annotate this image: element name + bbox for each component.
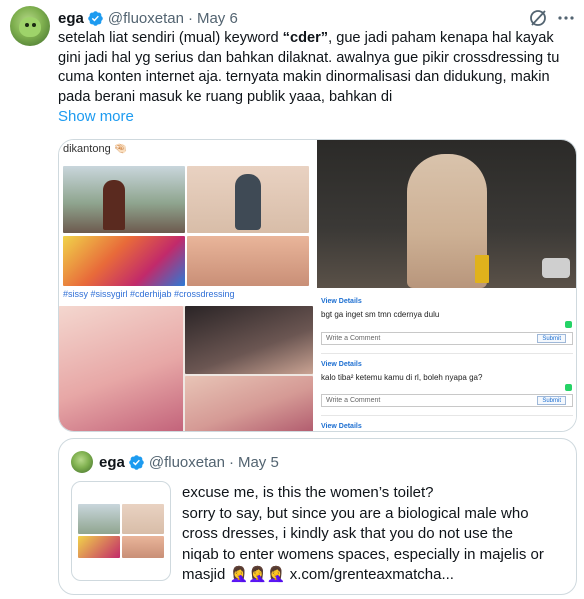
quote-line: masjid 🤦‍♀️🤦‍♀️🤦‍♀️ x.com/grenteaxmatcha… — [182, 566, 454, 583]
photo-detail — [475, 255, 489, 283]
more-options-icon[interactable] — [556, 8, 576, 28]
tweet-media-grid[interactable]: dikantong 🤏🏻 #sissy #sissygirl #cderhija… — [58, 139, 577, 432]
show-more-link[interactable]: Show more — [58, 108, 134, 125]
photo-thumb — [122, 536, 164, 558]
whatsapp-icon — [565, 384, 572, 391]
comment-text: bgt ga inget sm tmn cdernya dulu — [321, 310, 440, 319]
verified-badge-icon — [88, 10, 103, 26]
media-image-selfies[interactable] — [59, 306, 313, 431]
verified-badge-icon — [129, 454, 144, 470]
tweet-text-keyword: “cder” — [282, 30, 329, 46]
tweet-text-part: setelah liat sendiri (mual) keyword — [58, 30, 283, 46]
comment-input[interactable]: Write a Comment Submit — [321, 332, 573, 345]
quote-header: ega @fluoxetan · May 5 — [99, 452, 279, 472]
comment-placeholder: Write a Comment — [326, 335, 381, 342]
quote-media-thumbnail[interactable] — [71, 481, 171, 581]
comment-input[interactable]: Write a Comment Submit — [321, 394, 573, 407]
quote-date[interactable]: May 5 — [238, 454, 279, 471]
grok-icon[interactable] — [528, 8, 548, 28]
quoted-tweet[interactable]: ega @fluoxetan · May 5 excuse me, is thi… — [58, 438, 577, 595]
quote-line: cross dresses, i kindly ask that you do … — [182, 525, 514, 542]
media-image-mirror-selfie[interactable] — [317, 140, 576, 288]
photo-thumb — [78, 536, 120, 558]
tweet-header: ega @fluoxetan · May 6 — [58, 8, 238, 28]
quote-author-name[interactable]: ega — [99, 454, 125, 471]
view-details-link[interactable]: View Details — [321, 298, 362, 305]
hashtags: #sissy #sissygirl #cderhijab #crossdress… — [63, 289, 235, 299]
separator-dot: · — [187, 9, 193, 27]
comment-text: kalo tiba² ketemu kamu di rl, boleh nyap… — [321, 373, 483, 382]
media-caption: dikantong 🤏🏻 — [63, 143, 128, 155]
separator-dot: · — [228, 453, 234, 471]
photo-thumb — [78, 504, 120, 534]
photo-thumb — [187, 236, 309, 286]
photo-thumb — [103, 180, 125, 230]
view-details-link[interactable]: View Details — [321, 423, 362, 430]
media-image-collage[interactable]: dikantong 🤏🏻 #sissy #sissygirl #cderhija… — [59, 140, 313, 302]
photo-thumb — [235, 174, 261, 230]
media-image-comments[interactable]: View Details bgt ga inget sm tmn cdernya… — [317, 290, 576, 431]
submit-button[interactable]: Submit — [537, 396, 566, 405]
avatar[interactable] — [10, 6, 50, 46]
whatsapp-icon — [565, 321, 572, 328]
submit-button[interactable]: Submit — [537, 334, 566, 343]
author-name[interactable]: ega — [58, 10, 84, 27]
tweet-text: setelah liat sendiri (mual) keyword “cde… — [58, 29, 580, 107]
photo-thumb — [59, 306, 183, 431]
author-handle[interactable]: @fluoxetan — [108, 10, 184, 27]
quote-line: niqab to enter womens spaces, especially… — [182, 545, 544, 563]
tweet[interactable]: ega @fluoxetan · May 6 setelah liat send… — [0, 0, 584, 599]
tweet-date[interactable]: May 6 — [197, 10, 238, 27]
photo-thumb — [63, 236, 185, 286]
quote-line: sorry to say, but since you are a biolog… — [182, 504, 529, 522]
quote-text: excuse me, is this the women’s toilet? s… — [182, 483, 572, 586]
quote-line: excuse me, is this the women’s toilet? — [182, 484, 434, 501]
view-details-link[interactable]: View Details — [321, 361, 362, 368]
quote-author-handle[interactable]: @fluoxetan — [149, 454, 225, 471]
divider — [321, 415, 573, 416]
photo-thumb — [122, 504, 164, 534]
photo-thumb — [185, 306, 313, 374]
photo-detail — [542, 258, 570, 278]
photo-thumb — [185, 376, 313, 431]
divider — [321, 353, 573, 354]
quote-avatar[interactable] — [71, 451, 93, 473]
comment-placeholder: Write a Comment — [326, 397, 381, 404]
